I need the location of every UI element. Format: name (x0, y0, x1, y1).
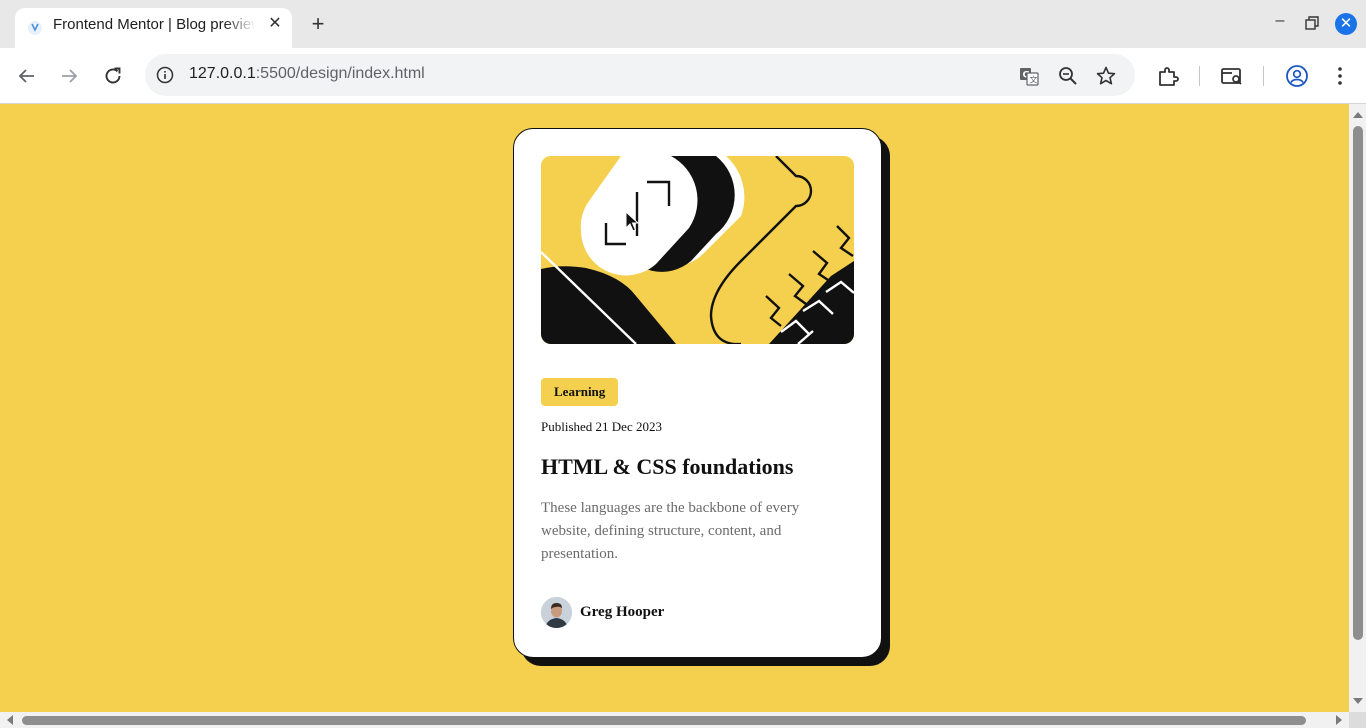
toolbar-separator (1199, 66, 1200, 86)
restore-window-icon[interactable] (1302, 14, 1322, 34)
blog-preview-card: Learning Published 21 Dec 2023 HTML & CS… (513, 128, 882, 658)
scroll-left-arrow-icon[interactable] (7, 715, 13, 725)
url-host: 127.0.0.1 (189, 65, 256, 82)
tab-title: Frontend Mentor | Blog preview card (53, 16, 255, 33)
article-description: These languages are the backbone of ever… (541, 500, 800, 562)
scroll-up-arrow-icon[interactable] (1353, 112, 1363, 118)
svg-text:文: 文 (1030, 75, 1038, 85)
tab-strip: Frontend Mentor | Blog preview card ✕ + … (0, 0, 1366, 48)
horizontal-scroll-thumb[interactable] (22, 716, 1306, 725)
browser-tab[interactable]: Frontend Mentor | Blog preview card ✕ (15, 8, 292, 48)
close-tab-icon[interactable]: ✕ (265, 14, 285, 34)
site-info-icon[interactable] (156, 66, 174, 84)
scrollbar-corner (1349, 712, 1366, 728)
back-arrow-icon[interactable] (15, 64, 39, 88)
vertical-scroll-thumb[interactable] (1353, 126, 1363, 640)
minimize-button[interactable]: – (1270, 12, 1290, 36)
zoom-icon[interactable] (1057, 65, 1079, 87)
horizontal-scrollbar[interactable] (0, 712, 1349, 728)
page-viewport: Learning Published 21 Dec 2023 HTML & CS… (0, 104, 1349, 712)
mouse-cursor-icon (625, 211, 639, 232)
vertical-scrollbar[interactable] (1349, 104, 1366, 712)
article-illustration (541, 156, 854, 344)
close-window-button[interactable]: ✕ (1335, 13, 1357, 35)
translate-icon[interactable]: G 文 (1018, 65, 1040, 87)
forward-arrow-icon[interactable] (57, 64, 81, 88)
reload-icon[interactable] (101, 64, 125, 88)
category-tag: Learning (541, 378, 619, 406)
url-path: :5500/design/index.html (255, 65, 425, 82)
browser-toolbar: 127.0.0.1:5500/design/index.html G 文 (0, 48, 1366, 104)
published-date: Published 21 Dec 2023 (541, 419, 662, 434)
bookmark-star-icon[interactable] (1095, 65, 1117, 87)
article-title[interactable]: HTML & CSS foundations (541, 454, 793, 480)
profile-icon[interactable] (1285, 64, 1309, 88)
extensions-icon[interactable] (1156, 64, 1180, 88)
scroll-right-arrow-icon[interactable] (1336, 715, 1342, 725)
url-text[interactable]: 127.0.0.1:5500/design/index.html (189, 65, 425, 83)
address-bar[interactable]: 127.0.0.1:5500/design/index.html G 文 (145, 54, 1135, 96)
new-tab-button[interactable]: + (306, 12, 330, 36)
toolbar-separator (1263, 66, 1264, 86)
menu-icon[interactable] (1328, 64, 1352, 88)
favicon-icon (28, 21, 42, 35)
illustration-art (541, 156, 854, 344)
author-avatar (541, 597, 572, 628)
author-name: Greg Hooper (580, 604, 665, 620)
scroll-down-arrow-icon[interactable] (1353, 698, 1363, 704)
tab-search-icon[interactable] (1220, 64, 1244, 88)
